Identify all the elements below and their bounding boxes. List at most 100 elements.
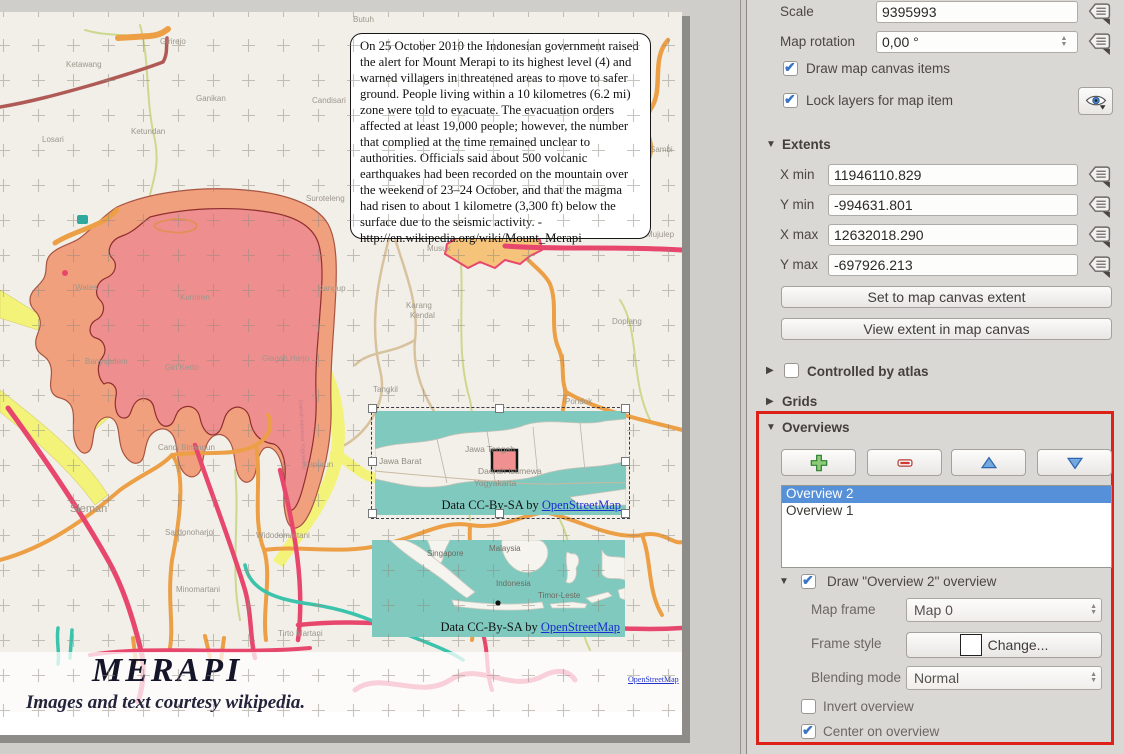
paper-shadow <box>682 16 690 743</box>
map-place-label: Ganikan <box>196 94 226 103</box>
map-place-label: Banyuadem <box>85 357 128 366</box>
map-frame-combo[interactable]: Map 0 ▲▼ <box>906 598 1102 622</box>
selection-handle[interactable] <box>368 509 377 518</box>
selection-handle[interactable] <box>368 457 377 466</box>
xmax-input[interactable] <box>828 224 1078 246</box>
map-place-label: Jawa Tengah <box>465 444 515 454</box>
scale-input[interactable] <box>876 1 1078 23</box>
overview-map-java-selected[interactable]: Jawa BaratJawa TengahDaerah IstimewaYogy… <box>371 407 630 519</box>
ymin-input[interactable] <box>828 194 1078 216</box>
map-place-label: Minomartani <box>176 585 220 594</box>
overviews-expand-arrow[interactable]: ▼ <box>766 422 776 433</box>
poi-dot <box>62 270 68 276</box>
map-place-label: Candi Binangun <box>158 443 215 452</box>
xmin-label: X min <box>780 167 815 182</box>
map-place-label: Glagah Harjo <box>262 354 310 363</box>
ymax-input[interactable] <box>828 254 1078 276</box>
data-defined-override-icon[interactable] <box>1087 2 1112 25</box>
move-overview-up-button[interactable] <box>951 449 1026 476</box>
data-defined-override-icon[interactable] <box>1087 225 1112 248</box>
map-text-annotation[interactable]: On 25 October 2010 the Indonesian govern… <box>350 33 651 239</box>
selection-handle[interactable] <box>621 509 630 518</box>
invert-overview-label: Invert overview <box>823 699 914 714</box>
up-arrow-icon <box>979 453 999 473</box>
move-overview-down-button[interactable] <box>1037 449 1112 476</box>
overviews-list[interactable]: Overview 2Overview 1 <box>781 485 1112 568</box>
blending-mode-combo[interactable]: Normal ▲▼ <box>906 666 1102 690</box>
selection-handle[interactable] <box>495 509 504 518</box>
map-place-label: Kepurun <box>303 460 333 469</box>
selection-handle[interactable] <box>495 404 504 413</box>
center-on-overview-checkbox[interactable] <box>801 724 816 739</box>
map-place-label: Giri Kerto <box>165 363 199 372</box>
osm-link[interactable]: OpenStreetMap <box>542 498 621 512</box>
overview-list-item[interactable]: Overview 1 <box>782 503 1111 520</box>
map-place-label: Mujulep <box>646 230 675 239</box>
selection-handle[interactable] <box>368 404 377 413</box>
draw-overview-label: Draw "Overview 2" overview <box>827 574 996 589</box>
atlas-checkbox[interactable] <box>784 363 799 378</box>
set-to-canvas-extent-button[interactable]: Set to map canvas extent <box>781 286 1112 308</box>
ymin-label: Y min <box>780 197 814 212</box>
selection-handle[interactable] <box>621 457 630 466</box>
map-place-label: Singapore <box>427 549 464 558</box>
atlas-expand-arrow[interactable]: ▶ <box>766 365 774 376</box>
invert-overview-checkbox[interactable] <box>801 699 816 714</box>
map-place-label: Doplang <box>612 317 642 326</box>
map-osm-link[interactable]: OpenStreetMap <box>628 675 679 684</box>
blending-mode-label: Blending mode <box>811 670 901 685</box>
merapi-marker <box>495 600 500 605</box>
overview-list-item[interactable]: Overview 2 <box>782 486 1111 503</box>
atlas-label[interactable]: Controlled by atlas <box>807 364 929 379</box>
title-band[interactable]: MERAPI Images and text courtesy wikipedi… <box>0 652 682 716</box>
composition-paper[interactable]: ButuhGirirejoKetawangLosariKetundanGanik… <box>0 12 682 735</box>
center-on-overview-label: Center on overview <box>823 724 939 739</box>
map-place-label: Kendal <box>410 311 435 320</box>
add-overview-button[interactable] <box>781 449 856 476</box>
data-defined-override-icon[interactable] <box>1087 255 1112 278</box>
map-place-label: Sardonoharjo <box>165 528 214 537</box>
frame-style-label: Frame style <box>811 636 882 651</box>
frame-style-swatch <box>960 634 982 656</box>
grids-header[interactable]: Grids <box>782 394 817 409</box>
data-defined-override-icon[interactable] <box>1087 32 1112 55</box>
data-defined-override-icon[interactable] <box>1087 195 1112 218</box>
lock-layers-label: Lock layers for map item <box>806 93 953 108</box>
map-place-label: Kemiren <box>180 293 210 302</box>
map-place-label: Tangkil <box>373 385 398 394</box>
extents-expand-arrow[interactable]: ▼ <box>766 139 776 150</box>
map-place-label: Jawa Barat <box>379 456 422 466</box>
draw-overview-checkbox[interactable] <box>801 574 816 589</box>
map-place-label: Wates <box>75 283 97 292</box>
grids-expand-arrow[interactable]: ▶ <box>766 396 774 407</box>
map-place-label: Ketundan <box>131 127 165 136</box>
eye-icon <box>1084 92 1108 111</box>
map-place-label: Daerah Istimewa <box>478 466 542 476</box>
down-arrow-icon <box>1065 453 1085 473</box>
rotation-spinbox[interactable] <box>876 31 1078 53</box>
osm-link[interactable]: OpenStreetMap <box>541 620 620 634</box>
map-place-label: Losari <box>42 135 64 144</box>
extents-header[interactable]: Extents <box>782 137 831 152</box>
spin-arrows[interactable]: ▲▼ <box>1057 33 1071 51</box>
frame-style-button[interactable]: Change... <box>906 632 1102 658</box>
draw-overview-expand-arrow[interactable]: ▼ <box>779 576 789 587</box>
xmin-input[interactable] <box>828 164 1078 186</box>
remove-overview-button[interactable] <box>867 449 942 476</box>
map-place-label: Tirto Martani <box>278 629 323 638</box>
data-defined-override-icon[interactable] <box>1087 165 1112 188</box>
overviews-header[interactable]: Overviews <box>782 420 850 435</box>
map-place-label: Candisari <box>312 96 346 105</box>
overview-map-indonesia[interactable]: SingaporeMalaysiaIndonesiaTimor-Leste Da… <box>372 540 625 637</box>
draw-canvas-items-checkbox[interactable] <box>783 61 798 76</box>
map-place-label: Widodomartani <box>256 531 310 540</box>
lock-layers-checkbox[interactable] <box>783 93 798 108</box>
composer-canvas[interactable]: ButuhGirirejoKetawangLosariKetundanGanik… <box>0 0 746 754</box>
selection-handle[interactable] <box>621 404 630 413</box>
view-extent-button[interactable]: View extent in map canvas <box>781 318 1112 340</box>
item-properties-panel: Scale Map rotation ▲▼ Draw map canvas it… <box>746 0 1124 754</box>
map-frame-label: Map frame <box>811 602 876 617</box>
panel-splitter[interactable] <box>740 0 741 754</box>
map-place-label: Malaysia <box>489 544 521 553</box>
lock-layers-eye-button[interactable] <box>1078 87 1113 115</box>
